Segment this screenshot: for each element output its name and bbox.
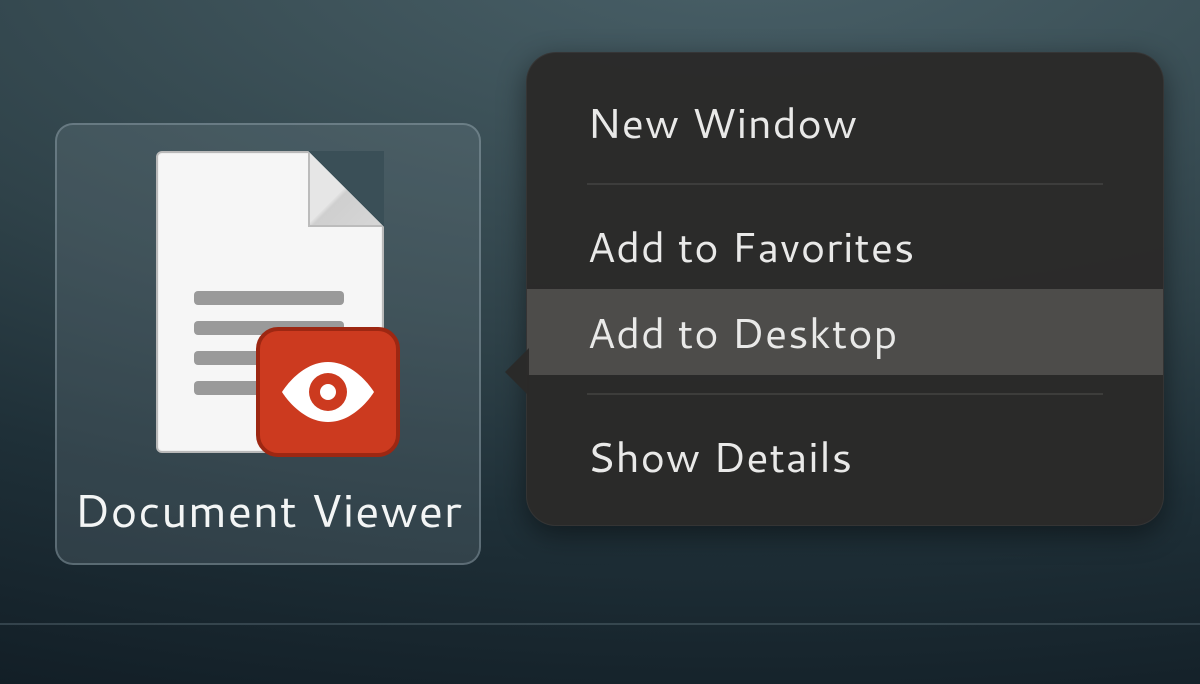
eye-icon <box>256 327 400 457</box>
context-menu: New Window Add to Favorites Add to Deskt… <box>526 52 1164 526</box>
menu-item-add-to-desktop[interactable]: Add to Desktop <box>527 289 1163 375</box>
menu-pointer-icon <box>505 348 529 396</box>
app-tile-document-viewer[interactable]: Document Viewer <box>55 123 481 565</box>
document-viewer-icon <box>138 151 398 471</box>
menu-separator <box>587 393 1103 395</box>
desktop-divider-line <box>0 623 1200 625</box>
menu-separator <box>587 183 1103 185</box>
menu-item-add-to-favorites[interactable]: Add to Favorites <box>527 203 1163 289</box>
menu-item-show-details[interactable]: Show Details <box>527 413 1163 499</box>
menu-item-new-window[interactable]: New Window <box>527 79 1163 165</box>
app-label: Document Viewer <box>74 477 462 542</box>
